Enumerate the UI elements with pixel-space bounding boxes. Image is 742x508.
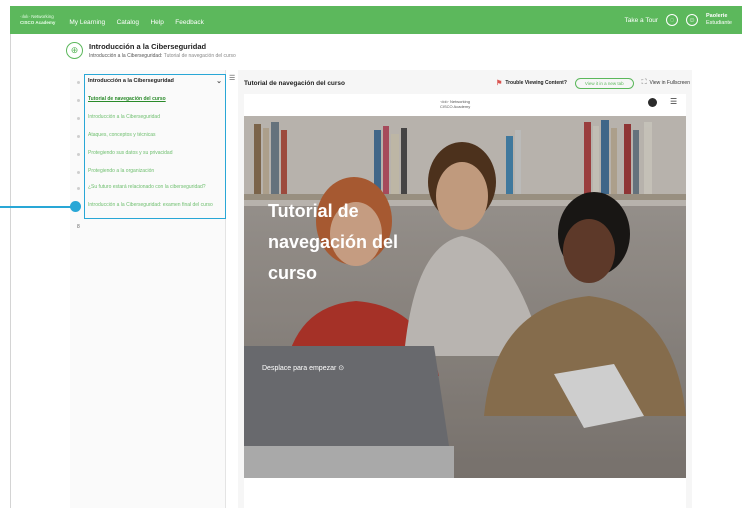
toc-bullet xyxy=(77,171,80,174)
nav-help[interactable]: Help xyxy=(150,19,163,26)
take-tour-link[interactable]: Take a Tour xyxy=(625,17,658,24)
main-nav: My Learning Catalog Help Feedback xyxy=(69,11,210,29)
toc-bullet xyxy=(77,135,80,138)
view-new-tab-button[interactable]: View it in a new tab xyxy=(574,77,634,89)
toc-heading[interactable]: Introducción a la Ciberseguridad ⌄ xyxy=(88,77,222,85)
toc-item-5[interactable]: Protegiendo a la organización xyxy=(88,168,220,175)
callout-dot xyxy=(70,201,81,212)
user-name: Paolerie xyxy=(706,13,728,19)
nav-feedback[interactable]: Feedback xyxy=(175,19,204,26)
chat-icon[interactable]: ◌ xyxy=(666,14,678,26)
chevron-down-icon[interactable]: ⌄ xyxy=(216,77,222,85)
toc-item-6[interactable]: ¿Su futuro estará relacionado con la cib… xyxy=(88,184,220,191)
breadcrumb: Introducción a la Ciberseguridad: Tutori… xyxy=(89,53,236,59)
flag-icon: ⚑ xyxy=(496,80,503,87)
toc-item-4[interactable]: Protegiendo sus datos y su privacidad xyxy=(88,150,220,157)
netacad-logo[interactable]: ·ılıılı· Networking CISCO Academy xyxy=(20,14,55,26)
toc-item-7[interactable]: Introducción a la Ciberseguridad: examen… xyxy=(88,202,220,209)
toc-bullet xyxy=(77,187,80,190)
scroll-to-start-prompt[interactable]: Desplace para empezar ⊙ xyxy=(262,364,344,372)
nav-my-learning[interactable]: My Learning xyxy=(69,19,105,26)
toc-item-2[interactable]: Introducción a la Ciberseguridad xyxy=(88,114,220,121)
trouble-viewing: ⚑ Trouble Viewing Content? xyxy=(496,79,567,87)
fullscreen-label: View in Fullscreen xyxy=(649,80,690,86)
module-header: ⊕ Introducción a la Ciberseguridad Intro… xyxy=(66,42,236,59)
callout-line xyxy=(0,206,72,208)
fullscreen-button[interactable]: ⛶ View in Fullscreen xyxy=(642,79,690,87)
toc-item-3[interactable]: Ataques, conceptos y técnicas xyxy=(88,132,220,139)
logo-line-2: CISCO Academy xyxy=(20,20,56,25)
sidebar-collapse-icon[interactable]: ☰ xyxy=(229,74,235,82)
nav-catalog[interactable]: Catalog xyxy=(117,19,139,26)
toc-heading-label: Introducción a la Ciberseguridad xyxy=(88,78,174,84)
hero-image xyxy=(244,116,686,478)
toc-bullet xyxy=(77,81,80,84)
module-icon: ⊕ xyxy=(66,42,83,59)
toc-item-1[interactable]: Tutorial de navegación del curso xyxy=(88,96,220,103)
hero-title-line-2: navegación del xyxy=(268,232,399,252)
breadcrumb-page: Tutorial de navegación del curso xyxy=(163,53,236,59)
toc-extra: 8 xyxy=(77,224,80,230)
user-menu[interactable]: Paolerie Estudiante xyxy=(706,13,732,27)
hero-title-line-1: Tutorial de xyxy=(268,201,359,221)
trouble-label: Trouble Viewing Content? xyxy=(505,80,567,86)
breadcrumb-module[interactable]: Introducción a la Ciberseguridad: xyxy=(89,53,162,59)
inner-cisco-logo: ·ılıılı· Networking CISCO Academy xyxy=(440,99,470,109)
top-right-controls: Take a Tour ◌ ☺ Paolerie Estudiante xyxy=(625,13,732,27)
top-navigation-bar: ·ılıılı· Networking CISCO Academy My Lea… xyxy=(10,6,742,34)
inner-logo-line-2: CISCO Academy xyxy=(440,104,471,109)
toc-bullet xyxy=(77,117,80,120)
content-toolbar: Tutorial de navegación del curso ⚑ Troub… xyxy=(244,76,690,90)
menu-icon[interactable]: ☰ xyxy=(670,97,677,106)
dark-mode-icon[interactable] xyxy=(648,98,657,107)
hero-illustration xyxy=(244,116,686,478)
module-title: Introducción a la Ciberseguridad xyxy=(89,42,207,51)
user-role: Estudiante xyxy=(706,20,732,26)
expand-icon: ⛶ xyxy=(641,79,647,86)
hero-title-line-3: curso xyxy=(268,263,318,283)
hero-title: Tutorial de navegación del curso xyxy=(268,196,448,289)
toc-bullet xyxy=(77,153,80,156)
content-title: Tutorial de navegación del curso xyxy=(244,79,346,87)
toc-bullet xyxy=(77,99,80,102)
page-frame-divider xyxy=(10,34,11,508)
user-avatar-icon[interactable]: ☺ xyxy=(686,14,698,26)
